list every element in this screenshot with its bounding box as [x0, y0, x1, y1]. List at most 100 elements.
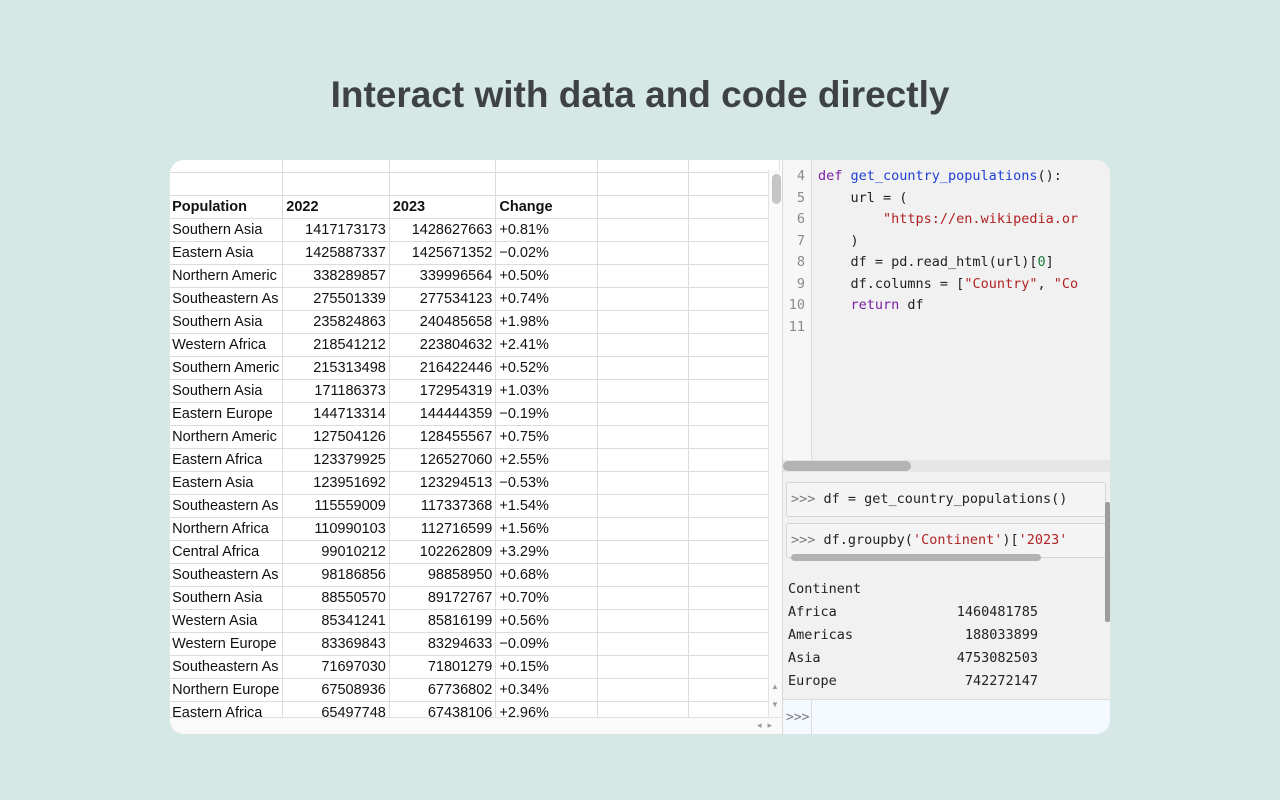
grid-cell[interactable]: 144713314 [282, 402, 390, 426]
grid-cell[interactable]: Southern Americ [170, 356, 284, 380]
grid-cell[interactable]: 223804632 [389, 333, 497, 357]
grid-cell[interactable] [495, 172, 598, 196]
sheet-vertical-scrollbar[interactable]: ▲ ▼ [768, 170, 783, 718]
grid-cell[interactable]: 240485658 [389, 310, 497, 334]
grid-cell[interactable]: Western Africa [170, 333, 284, 357]
console-cell-scroll-thumb[interactable] [791, 554, 1041, 561]
grid-cell[interactable]: 123294513 [389, 471, 497, 495]
grid-cell[interactable] [688, 241, 780, 265]
scroll-left-arrow-icon[interactable]: ◂ [757, 720, 768, 730]
grid-cell[interactable] [688, 218, 780, 242]
grid-cell[interactable]: +1.54% [495, 494, 598, 518]
grid-cell[interactable]: +1.03% [495, 379, 598, 403]
grid-cell[interactable] [597, 310, 689, 334]
console-cell-2[interactable]: >>> df.groupby('Continent')['2023' [786, 523, 1106, 558]
grid-cell[interactable] [688, 609, 780, 633]
grid-cell[interactable]: 89172767 [389, 586, 497, 610]
grid-cell[interactable] [688, 333, 780, 357]
grid-cell[interactable] [597, 448, 689, 472]
grid-cell[interactable] [282, 160, 390, 173]
grid-cell[interactable]: +0.56% [495, 609, 598, 633]
grid-cell[interactable]: Eastern Africa [170, 448, 284, 472]
grid-cell[interactable] [597, 264, 689, 288]
grid-cell[interactable]: Southern Asia [170, 218, 284, 242]
grid-cell[interactable] [597, 241, 689, 265]
grid-cell[interactable] [688, 678, 780, 702]
grid-cell[interactable]: Eastern Asia [170, 241, 284, 265]
grid-cell[interactable]: +0.68% [495, 563, 598, 587]
grid-cell[interactable]: 83369843 [282, 632, 390, 656]
grid-cell[interactable]: −0.53% [495, 471, 598, 495]
grid-cell[interactable]: 127504126 [282, 425, 390, 449]
console-input[interactable] [811, 700, 1110, 734]
grid-cell[interactable]: 1428627663 [389, 218, 497, 242]
grid-cell[interactable]: 339996564 [389, 264, 497, 288]
grid-cell[interactable] [688, 655, 780, 679]
grid-cell[interactable]: +0.81% [495, 218, 598, 242]
grid-cell[interactable]: Northern Africa [170, 517, 284, 541]
grid-cell[interactable] [597, 195, 689, 219]
grid-cell[interactable]: +0.50% [495, 264, 598, 288]
grid-cell[interactable]: Northern Americ [170, 264, 284, 288]
grid-cell[interactable]: 110990103 [282, 517, 390, 541]
grid-cell[interactable] [389, 172, 497, 196]
grid-cell[interactable]: 338289857 [282, 264, 390, 288]
grid-cell[interactable]: 144444359 [389, 402, 497, 426]
grid-cell[interactable] [688, 586, 780, 610]
grid-cell[interactable]: 128455567 [389, 425, 497, 449]
grid-cell[interactable]: +1.98% [495, 310, 598, 334]
scroll-right-arrow-icon[interactable]: ▸ [767, 720, 778, 730]
grid-cell[interactable] [688, 517, 780, 541]
grid-cell[interactable]: Southeastern As [170, 563, 284, 587]
grid-cell[interactable] [597, 379, 689, 403]
grid-cell[interactable]: 99010212 [282, 540, 390, 564]
grid-cell[interactable] [597, 517, 689, 541]
grid-cell[interactable]: 98186856 [282, 563, 390, 587]
grid-cell[interactable] [688, 402, 780, 426]
grid-cell[interactable]: 1417173173 [282, 218, 390, 242]
grid-cell[interactable]: Northern Europe [170, 678, 284, 702]
grid-cell[interactable]: 123379925 [282, 448, 390, 472]
grid-cell[interactable]: 67508936 [282, 678, 390, 702]
grid-cell[interactable]: 235824863 [282, 310, 390, 334]
grid-cell[interactable]: 117337368 [389, 494, 497, 518]
grid-cell[interactable]: 102262809 [389, 540, 497, 564]
grid-cell[interactable] [688, 632, 780, 656]
grid-cell[interactable] [688, 172, 780, 196]
grid-cell[interactable] [597, 609, 689, 633]
grid-cell[interactable]: +0.52% [495, 356, 598, 380]
editor-horizontal-scrollbar[interactable] [783, 460, 1110, 472]
grid-cell[interactable] [597, 678, 689, 702]
editor-scroll-thumb[interactable] [783, 461, 911, 471]
grid-cell[interactable]: 216422446 [389, 356, 497, 380]
grid-cell[interactable]: +0.75% [495, 425, 598, 449]
grid-cell[interactable]: Southeastern As [170, 287, 284, 311]
grid-cell[interactable]: Central Africa [170, 540, 284, 564]
grid-cell[interactable]: Northern Americ [170, 425, 284, 449]
grid-cell[interactable]: 1425887337 [282, 241, 390, 265]
grid-cell[interactable]: 2022 [282, 195, 390, 219]
grid-cell[interactable] [597, 218, 689, 242]
grid-cell[interactable]: −0.09% [495, 632, 598, 656]
grid-cell[interactable] [597, 160, 689, 173]
grid-cell[interactable] [688, 310, 780, 334]
grid-cell[interactable]: −0.19% [495, 402, 598, 426]
scroll-up-arrow-icon[interactable]: ▲ [771, 682, 779, 691]
grid-cell[interactable]: 2023 [389, 195, 497, 219]
grid-cell[interactable]: 1425671352 [389, 241, 497, 265]
grid-cell[interactable]: 98858950 [389, 563, 497, 587]
grid-cell[interactable]: Western Asia [170, 609, 284, 633]
grid-cell[interactable]: 112716599 [389, 517, 497, 541]
grid-cell[interactable]: 126527060 [389, 448, 497, 472]
grid-cell[interactable]: Change [495, 195, 598, 219]
grid-cell[interactable]: 71697030 [282, 655, 390, 679]
grid-cell[interactable] [688, 540, 780, 564]
grid-cell[interactable]: 85341241 [282, 609, 390, 633]
grid-cell[interactable] [597, 333, 689, 357]
grid-cell[interactable]: Eastern Asia [170, 471, 284, 495]
grid-cell[interactable]: Southern Asia [170, 586, 284, 610]
grid-cell[interactable]: Southern Asia [170, 310, 284, 334]
grid-cell[interactable] [597, 356, 689, 380]
grid-cell[interactable] [688, 287, 780, 311]
grid-cell[interactable]: −0.02% [495, 241, 598, 265]
